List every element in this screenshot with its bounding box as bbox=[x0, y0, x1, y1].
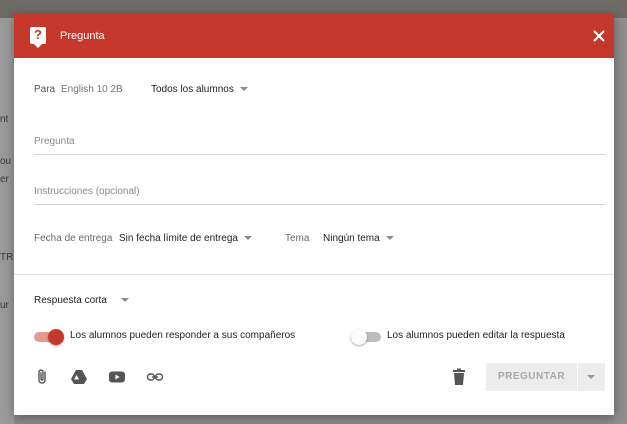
edit-answer-label: Los alumnos pueden editar la respuesta bbox=[387, 330, 565, 341]
ask-button[interactable]: PREGUNTAR bbox=[486, 363, 577, 391]
answer-type-dropdown[interactable]: Respuesta corta bbox=[34, 295, 129, 306]
background-right bbox=[614, 18, 627, 424]
due-date-dropdown[interactable]: Sin fecha límite de entrega bbox=[119, 233, 252, 244]
reply-classmates-label: Los alumnos pueden responder a sus compa… bbox=[70, 330, 296, 341]
due-date-label: Fecha de entrega bbox=[34, 233, 113, 244]
bg-fragment: TR bbox=[0, 252, 14, 263]
instructions-input[interactable]: Instrucciones (opcional) bbox=[34, 186, 605, 205]
bg-fragment: nt bbox=[0, 114, 9, 125]
youtube-icon[interactable] bbox=[108, 368, 126, 386]
bg-fragment: ou bbox=[0, 156, 12, 167]
toggle-knob bbox=[351, 329, 367, 345]
question-placeholder: Pregunta bbox=[34, 136, 75, 147]
question-input[interactable]: Pregunta bbox=[34, 136, 605, 155]
topic-dropdown[interactable]: Ningún tema bbox=[323, 233, 394, 244]
chevron-down-icon bbox=[120, 298, 129, 303]
dialog-title: Pregunta bbox=[60, 30, 105, 42]
dialog-header: ? Pregunta bbox=[14, 14, 614, 58]
background-side-text: nt ou er TR ur bbox=[0, 18, 14, 424]
trash-icon[interactable] bbox=[451, 368, 467, 386]
recipients-label: Para bbox=[34, 84, 56, 95]
ask-options-button[interactable] bbox=[578, 363, 605, 391]
topic-label: Tema bbox=[285, 233, 310, 244]
topic-value: Ningún tema bbox=[323, 233, 380, 244]
edit-answer-toggle[interactable] bbox=[351, 329, 381, 345]
students-value: Todos los alumnos bbox=[151, 84, 234, 95]
due-date-value: Sin fecha límite de entrega bbox=[119, 233, 238, 244]
chevron-down-icon bbox=[587, 375, 595, 379]
chevron-down-icon bbox=[243, 236, 252, 241]
instructions-placeholder: Instrucciones (opcional) bbox=[34, 186, 140, 197]
close-icon bbox=[593, 30, 605, 42]
close-button[interactable] bbox=[588, 25, 610, 47]
bg-fragment: er bbox=[0, 174, 9, 185]
section-divider bbox=[14, 274, 614, 275]
toggle-knob bbox=[48, 329, 64, 345]
answer-type-value: Respuesta corta bbox=[34, 295, 107, 306]
students-dropdown[interactable]: Todos los alumnos bbox=[151, 84, 248, 95]
reply-classmates-toggle[interactable] bbox=[34, 329, 64, 345]
chevron-down-icon bbox=[385, 236, 394, 241]
class-selector[interactable]: English 10 2B bbox=[61, 84, 123, 95]
question-dialog: ? Pregunta Para English 10 2B Todos los … bbox=[14, 14, 614, 415]
bg-fragment: ur bbox=[0, 300, 9, 311]
question-icon: ? bbox=[30, 27, 46, 48]
drive-icon[interactable] bbox=[70, 368, 88, 386]
chevron-down-icon bbox=[239, 87, 248, 92]
link-icon[interactable] bbox=[146, 368, 164, 386]
attach-icon[interactable] bbox=[34, 368, 52, 386]
